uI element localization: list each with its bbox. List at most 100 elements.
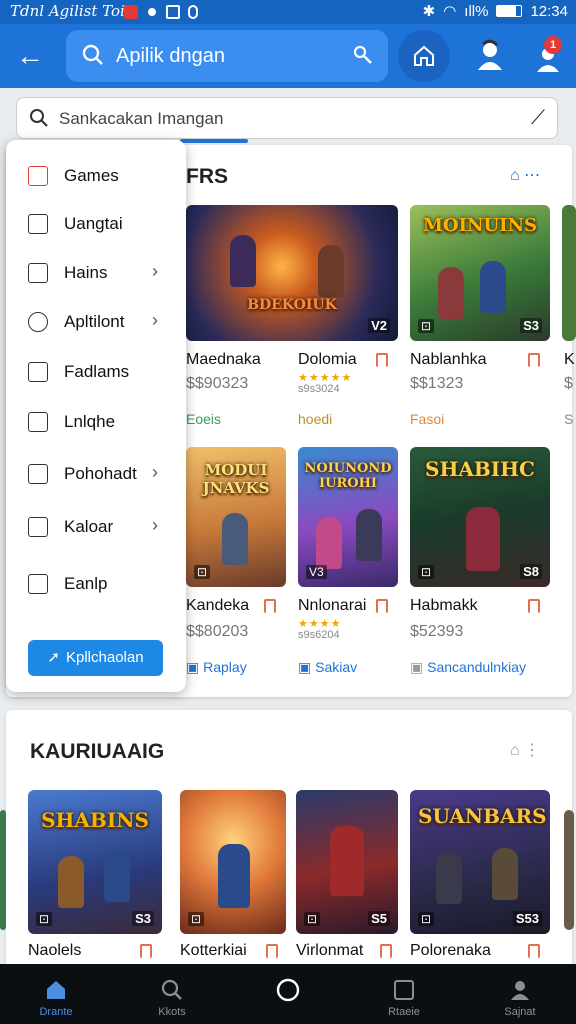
menu-item-label: Hains: [64, 263, 108, 282]
home-button[interactable]: [398, 30, 450, 82]
menu-item-uangtai[interactable]: Uangtai: [6, 204, 186, 244]
wishlist-icon[interactable]: [380, 944, 392, 958]
game-name[interactable]: Kotterkiai: [180, 942, 247, 960]
notification-icon: [124, 5, 138, 19]
game-name[interactable]: Maednaka: [186, 351, 261, 369]
game-thumbnail[interactable]: BDEKOIUK V2: [186, 205, 398, 341]
search-icon: [30, 109, 48, 127]
square-icon: [28, 214, 48, 234]
game-name[interactable]: Habmakk: [410, 597, 478, 615]
game-thumbnail[interactable]: SHABIHC ⊡ S8: [410, 447, 550, 587]
game-thumbnail[interactable]: MOINUINS ⊡ S3: [410, 205, 550, 341]
wishlist-icon[interactable]: [264, 599, 276, 613]
secondary-search-bar[interactable]: Sankacakan Imangan ⟋: [16, 97, 558, 139]
avatar[interactable]: [470, 36, 510, 76]
chevron-right-icon: ›: [152, 515, 158, 535]
search-bar[interactable]: Apilik dngan: [66, 30, 388, 82]
wishlist-icon[interactable]: [376, 599, 388, 613]
thumb-tag: V2: [368, 318, 390, 333]
battery-icon: [496, 5, 523, 17]
apply-label: Kpllchaolan: [66, 649, 144, 666]
game-name[interactable]: Naolels: [28, 942, 81, 960]
home-icon: [47, 981, 65, 999]
menu-item-eanlp[interactable]: Eanlp: [6, 564, 186, 604]
game-price: $: [564, 375, 573, 392]
game-art-title: SHABIHC: [425, 457, 535, 481]
game-tag[interactable]: ▣ Sakiav: [298, 659, 357, 676]
game-thumbnail[interactable]: SHABINS ⊡ S3: [28, 790, 162, 934]
wishlist-icon[interactable]: [140, 944, 152, 958]
game-thumbnail[interactable]: [562, 205, 576, 341]
menu-item-hains[interactable]: Hains ›: [6, 253, 186, 293]
menu-item-pohohadt[interactable]: Pohohadt ›: [6, 454, 186, 494]
voice-icon[interactable]: [352, 44, 374, 66]
menu-item-fadlams[interactable]: Fadlams: [6, 352, 186, 392]
game-thumbnail[interactable]: ⊡: [180, 790, 286, 934]
game-name[interactable]: Nablanhka: [410, 351, 487, 369]
game-tag[interactable]: ▣ Raplay: [186, 659, 247, 676]
thumb-tag: S53: [512, 911, 542, 926]
status-time: 12:34: [530, 2, 568, 20]
menu-item-games[interactable]: Games: [6, 156, 186, 196]
character-figure: [492, 848, 518, 900]
game-name[interactable]: Dolomia: [298, 351, 357, 369]
bag-icon: [28, 464, 48, 484]
wishlist-icon[interactable]: [528, 353, 540, 367]
section-actions-icon[interactable]: ⌂ ⋮: [510, 740, 540, 760]
send-icon: ➚: [47, 649, 60, 666]
game-tag: Eoeis: [186, 411, 222, 427]
back-arrow-icon[interactable]: ←: [16, 40, 48, 72]
game-thumbnail[interactable]: MODUI JNAVKS ⊡: [186, 447, 286, 587]
edit-icon: [28, 362, 48, 382]
menu-item-lnlqhe[interactable]: Lnlqhe: [6, 402, 186, 442]
game-tag[interactable]: ▣ Sancandulnkiay: [410, 659, 526, 676]
wishlist-icon[interactable]: [528, 944, 540, 958]
menu-item-apltilont[interactable]: Apltilont ›: [6, 302, 186, 342]
wishlist-icon[interactable]: [528, 599, 540, 613]
pin-icon[interactable]: ⟋: [531, 107, 545, 130]
nav-profile[interactable]: Sajnat: [480, 974, 560, 1024]
wishlist-icon[interactable]: [266, 944, 278, 958]
thumb-tag: V3: [306, 565, 327, 579]
section-title: FRS: [186, 165, 228, 188]
game-sub: s9s6204: [298, 629, 340, 641]
game-name[interactable]: Virlonmat: [296, 942, 363, 960]
game-price: $$80203: [186, 623, 249, 640]
thumb-tag: S8: [520, 564, 542, 579]
thumb-tag: S5: [368, 911, 390, 926]
character-figure: [104, 850, 130, 902]
apply-button[interactable]: ➚ Kpllchaolan: [28, 640, 163, 676]
nav-home[interactable]: Drante: [16, 974, 96, 1024]
chevron-right-icon: ›: [152, 261, 158, 281]
chart-icon: [28, 263, 48, 283]
wifi-icon: ◠: [443, 3, 457, 20]
status-bar: Tdnl Agilist Toil ✱ ◠ ıll% 12:34: [0, 0, 576, 24]
game-name[interactable]: Polorenaka: [410, 942, 491, 960]
character-figure: [222, 513, 248, 565]
game-thumbnail[interactable]: NOIUNOND IUROHI V3: [298, 447, 398, 587]
dot-icon: [148, 8, 156, 16]
game-thumbnail[interactable]: SUANBARS ⊡ S53: [410, 790, 550, 934]
wishlist-icon[interactable]: [376, 353, 388, 367]
game-tag-label: Sakiav: [315, 659, 358, 675]
menu-item-kaloar[interactable]: Kaloar ›: [6, 507, 186, 547]
notification-button[interactable]: 1: [528, 36, 568, 76]
nav-search[interactable]: Kkots: [132, 974, 212, 1024]
play-icon: ⊡: [418, 912, 435, 926]
character-figure: [316, 517, 342, 569]
game-name[interactable]: Nnlonarai: [298, 597, 366, 615]
game-art-title: BDEKOIUK: [247, 297, 337, 313]
game-name[interactable]: Kandeka: [186, 597, 249, 615]
nav-center[interactable]: [248, 974, 328, 1024]
play-icon: ⊡: [36, 912, 53, 926]
tab-indicator: [180, 139, 248, 143]
section-actions-icon[interactable]: ⌂ ⋯: [510, 165, 540, 185]
game-thumbnail[interactable]: ⊡ S5: [296, 790, 398, 934]
game-thumbnail[interactable]: [564, 810, 574, 930]
character-figure: [58, 856, 84, 908]
character-figure: [318, 245, 344, 297]
game-thumbnail[interactable]: [0, 810, 6, 930]
bottom-navigation: Drante Kkots Rtaeie Sajnat: [0, 964, 576, 1024]
game-name[interactable]: K: [564, 351, 576, 369]
nav-library[interactable]: Rtaeie: [364, 974, 444, 1024]
